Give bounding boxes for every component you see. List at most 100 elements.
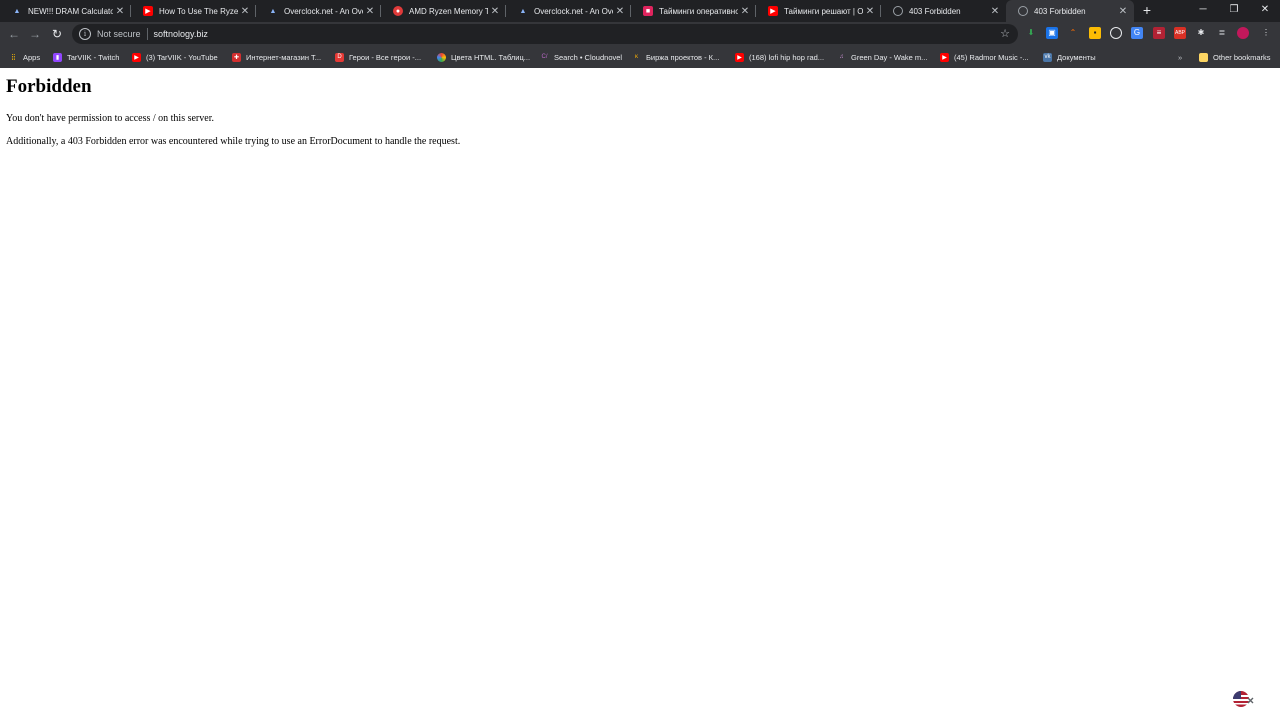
tab[interactable]: ▶ Тайминги решают | Onc ✕ — [756, 0, 881, 22]
download-arrow-extension-icon[interactable]: ⬇ — [1025, 27, 1037, 39]
apps-grid-icon: ⣿ — [11, 54, 16, 61]
error-document-message: Additionally, a 403 Forbidden error was … — [6, 136, 461, 147]
dota-icon: D — [335, 52, 344, 62]
tab[interactable]: ▶ How To Use The Ryzen D ✕ — [131, 0, 256, 22]
close-icon[interactable]: ✕ — [363, 6, 377, 17]
tab-title: NEW!!! DRAM Calculator — [28, 6, 113, 16]
tab[interactable]: ● AMD Ryzen Memory Twe ✕ — [381, 0, 506, 22]
omnibox-divider — [146, 28, 148, 40]
bookmark-label: (3) TarVIIK - YouTube — [146, 52, 218, 62]
cloudnovel-icon: C/ — [541, 54, 548, 60]
translate-extension-icon[interactable]: G — [1131, 27, 1143, 39]
overclock-icon: ▲ — [269, 7, 277, 15]
tab-title: AMD Ryzen Memory Twe — [409, 6, 488, 16]
screenshot-extension-icon[interactable]: ▪ — [1089, 27, 1101, 39]
tab-title: Overclock.net - An Overc — [284, 6, 363, 16]
bookmark-label: Search • Cloudnovel — [554, 52, 623, 62]
bookmark-item[interactable]: D Герои - Все герои -... — [335, 51, 421, 63]
bookmark-red-icon: ■ — [643, 6, 653, 16]
globe-icon — [893, 6, 903, 16]
tab[interactable]: ▲ Overclock.net - An Overc ✕ — [506, 0, 631, 22]
restore-button[interactable]: ❐ — [1224, 2, 1244, 18]
permission-message: You don't have permission to access / on… — [6, 113, 214, 124]
tab-title: Тайминги решают | Onc — [784, 6, 863, 16]
tab-title: Overclock.net - An Overc — [534, 6, 613, 16]
chevron-up-extension-icon[interactable]: ⌃ — [1067, 27, 1079, 39]
bookmark-label: (168) lofi hip hop rad... — [749, 52, 825, 62]
youtube-icon: ▶ — [735, 52, 744, 62]
shop-icon: ✚ — [232, 52, 241, 62]
forward-button[interactable]: → — [27, 26, 43, 42]
close-icon[interactable]: ✕ — [238, 6, 252, 17]
bookmark-label: Apps — [23, 52, 41, 62]
youtube-icon: ▶ — [132, 52, 141, 62]
youtube-icon: ▶ — [940, 52, 949, 62]
tab-active[interactable]: 403 Forbidden ✕ — [1006, 0, 1134, 22]
bookmarks-overflow-button[interactable]: » — [1178, 51, 1182, 63]
bookmark-item[interactable]: ▮ TarVIIK - Twitch — [53, 51, 119, 63]
bookmark-item[interactable]: Цвета HTML. Таблиц... — [437, 51, 530, 63]
reading-list-icon[interactable]: ≣ — [1216, 27, 1228, 39]
us-flag-extension-icon[interactable]: ≡ — [1153, 27, 1165, 39]
new-tab-button[interactable]: + — [1139, 2, 1155, 18]
page-heading: Forbidden — [6, 76, 92, 97]
menu-icon[interactable]: ⋮ — [1260, 27, 1272, 39]
close-icon[interactable]: ✕ — [613, 6, 627, 17]
tab[interactable]: 403 Forbidden ✕ — [881, 0, 1006, 22]
close-icon[interactable]: ✕ — [988, 6, 1002, 17]
bookmark-label: Биржа проектов - К... — [646, 52, 720, 62]
bookmark-item[interactable]: ⣿ Apps — [9, 51, 40, 63]
bookmark-item[interactable]: κ Биржа проектов - К... — [632, 51, 719, 63]
bookmark-item[interactable]: C/Search • Cloudnovel — [540, 51, 623, 63]
folder-icon — [1199, 52, 1208, 62]
adblock-extension-icon[interactable]: ABP — [1174, 27, 1186, 39]
clock-extension-icon[interactable] — [1110, 27, 1122, 39]
close-icon[interactable]: ✕ — [113, 6, 127, 17]
close-icon[interactable]: ✕ — [1116, 6, 1130, 17]
tab-strip: ▲ NEW!!! DRAM Calculator ✕ ▶ How To Use … — [0, 0, 1280, 22]
music-icon: ♫ — [839, 54, 844, 60]
close-icon[interactable]: ✕ — [488, 6, 502, 17]
puzzle-extensions-icon[interactable]: ✱ — [1195, 27, 1207, 39]
bookmark-item[interactable]: ▶ (168) lofi hip hop rad... — [735, 51, 824, 63]
bookmark-item[interactable]: ▶ (45) Radmor Music -... — [940, 51, 1029, 63]
bookmark-item[interactable]: ♫ Green Day - Wake m... — [837, 51, 927, 63]
bookmarks-bar: ⣿ Apps ▮ TarVIIK - Twitch ▶ (3) TarVIIK - Y… — [0, 46, 1280, 69]
globe-icon — [1018, 6, 1028, 16]
close-icon[interactable]: ✕ — [738, 6, 752, 17]
toolbar: ← → ↻ i Not secure softnology.biz ☆ — [0, 22, 1280, 46]
other-bookmarks-folder[interactable]: Other bookmarks — [1199, 51, 1271, 63]
twitch-icon: ▮ — [53, 52, 62, 62]
bookmark-item[interactable]: ▶ (3) TarVIIK - YouTube — [132, 51, 218, 63]
page-content: Forbidden You don't have permission to a… — [0, 68, 1280, 720]
avatar[interactable] — [1237, 27, 1249, 39]
overclock-icon: ▲ — [13, 7, 21, 15]
tab[interactable]: ▲ Overclock.net - An Overc ✕ — [256, 0, 381, 22]
bookmark-label: Green Day - Wake m... — [851, 52, 928, 62]
briefcase-extension-icon[interactable]: ▣ — [1046, 27, 1058, 39]
bookmark-star-icon[interactable]: ☆ — [1000, 27, 1010, 40]
bookmark-item[interactable]: ✚ Интернет-магазин Т... — [232, 51, 321, 63]
minimize-button[interactable]: ─ — [1193, 2, 1213, 18]
address-bar[interactable]: i Not secure softnology.biz ☆ — [72, 24, 1018, 44]
close-icon[interactable]: ✕ — [863, 6, 877, 17]
tab-title: 403 Forbidden — [909, 6, 961, 16]
reload-button[interactable]: ↻ — [49, 26, 65, 42]
amd-icon: ● — [393, 6, 403, 16]
url-text[interactable]: softnology.biz — [154, 29, 208, 39]
youtube-icon: ▶ — [768, 6, 778, 16]
tab-title: 403 Forbidden — [1034, 6, 1086, 16]
back-button[interactable]: ← — [6, 26, 22, 42]
us-flag-language-icon[interactable] — [1232, 690, 1254, 708]
info-icon[interactable]: i — [79, 28, 91, 40]
color-wheel-icon — [437, 52, 446, 62]
tab[interactable]: ▲ NEW!!! DRAM Calculator ✕ — [0, 0, 131, 22]
tab[interactable]: ■ Тайминги оперативной ✕ — [631, 0, 756, 22]
tab-title: Тайминги оперативной — [659, 6, 738, 16]
close-window-button[interactable]: ✕ — [1255, 2, 1275, 18]
security-status: Not secure — [97, 29, 141, 39]
bookmark-label: (45) Radmor Music -... — [954, 52, 1029, 62]
bookmark-label: Документы — [1057, 52, 1096, 62]
overclock-icon: ▲ — [519, 7, 527, 15]
bookmark-item[interactable]: vk Документы — [1043, 51, 1096, 63]
